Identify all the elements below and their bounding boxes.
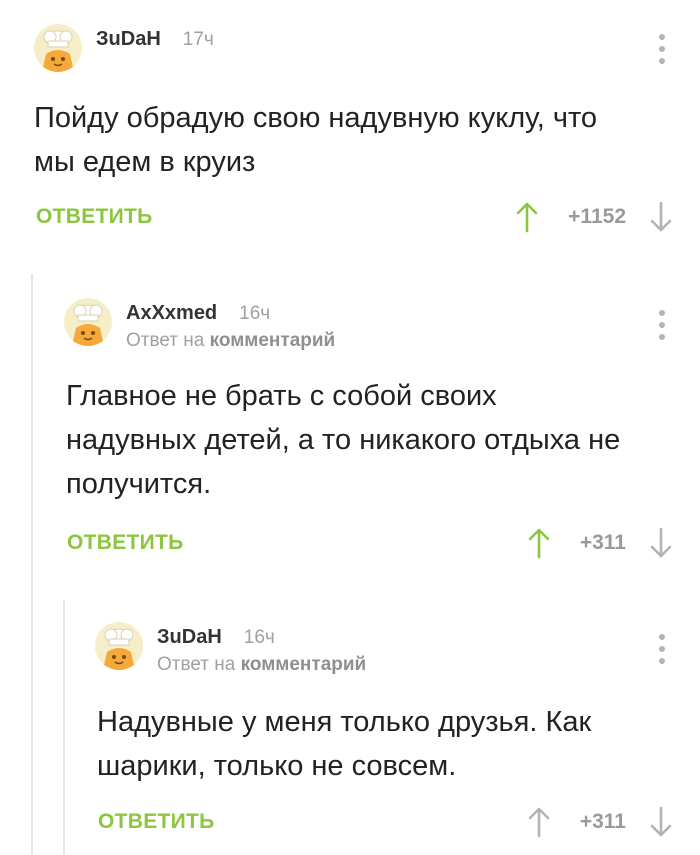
more-dot xyxy=(659,46,665,52)
reply-to-prefix: Ответ на xyxy=(157,654,236,675)
reply-to-link[interactable]: комментарий xyxy=(210,330,336,351)
more-dot xyxy=(659,646,665,652)
arrow-down-icon[interactable] xyxy=(648,526,674,560)
comment-text: Надувные у меня только друзья. Как шарик… xyxy=(97,700,591,788)
arrow-up-icon[interactable] xyxy=(526,526,552,560)
more-dot xyxy=(659,322,665,328)
name-row: AxXxmed 16ч xyxy=(126,298,335,328)
timestamp: 16ч xyxy=(239,303,271,324)
arrow-up-icon[interactable] xyxy=(514,200,540,234)
comment-meta: ЗuDaH 16ч Ответ на комментарий xyxy=(157,622,366,678)
username[interactable]: ЗuDaH xyxy=(157,622,222,652)
vote-controls: +1152 xyxy=(514,200,674,234)
reply-to-link[interactable]: комментарий xyxy=(241,654,367,675)
name-row: ЗuDaH 17ч xyxy=(96,24,214,54)
timestamp: 16ч xyxy=(243,627,275,648)
comment-header: AxXxmed 16ч Ответ на комментарий xyxy=(64,298,335,354)
arrow-down-icon[interactable] xyxy=(648,200,674,234)
comment-meta: ЗuDaH 17ч xyxy=(96,24,214,54)
timestamp: 17ч xyxy=(182,29,214,50)
rating-value: +311 xyxy=(579,531,626,554)
reply-to-label: Ответ на комментарий xyxy=(126,328,335,354)
comment-text-line: шарики, только не совсем. xyxy=(97,750,457,782)
rating-value: +311 xyxy=(579,810,626,833)
comment-1: ЗuDaH 17ч Пойду обрадую свою надувную ку… xyxy=(0,0,700,250)
thread-line xyxy=(63,600,65,855)
comment-meta: AxXxmed 16ч Ответ на комментарий xyxy=(126,298,335,354)
reply-to-label: Ответ на комментарий xyxy=(157,652,366,678)
comment-text-line: Пойду обрадую свою надувную куклу, что xyxy=(34,102,598,134)
chef-avatar-icon[interactable] xyxy=(64,298,112,346)
comment-3: ЗuDaH 16ч Ответ на комментарий Надувные … xyxy=(0,600,700,855)
comment-text: Главное не брать с собой своих надувных … xyxy=(66,374,620,506)
reply-button[interactable]: ОТВЕТИТЬ xyxy=(67,526,184,560)
more-vertical-icon[interactable] xyxy=(658,634,666,664)
name-row: ЗuDaH 16ч xyxy=(157,622,366,652)
vote-controls: +311 xyxy=(526,805,674,839)
more-dot xyxy=(659,334,665,340)
more-vertical-icon[interactable] xyxy=(658,34,666,64)
reply-to-prefix: Ответ на xyxy=(126,330,205,351)
username[interactable]: AxXxmed xyxy=(126,298,217,328)
arrow-down-icon[interactable] xyxy=(648,805,674,839)
more-dot xyxy=(659,34,665,40)
comment-2-body: AxXxmed 16ч Ответ на комментарий Главное… xyxy=(0,274,700,574)
comment-text: Пойду обрадую свою надувную куклу, что м… xyxy=(34,96,597,184)
comment-text-line: Надувные у меня только друзья. Как xyxy=(97,706,592,738)
more-vertical-icon[interactable] xyxy=(658,310,666,340)
reply-button[interactable]: ОТВЕТИТЬ xyxy=(36,200,153,234)
more-dot xyxy=(659,658,665,664)
more-dot xyxy=(659,58,665,64)
comment-text-line: мы едем в круиз xyxy=(34,146,256,178)
more-dot xyxy=(659,634,665,640)
comment-header: ЗuDaH 17ч xyxy=(34,24,214,72)
reply-button[interactable]: ОТВЕТИТЬ xyxy=(98,805,215,839)
comment-text-line: Главное не брать с собой своих xyxy=(66,380,497,412)
vote-controls: +311 xyxy=(526,526,674,560)
chef-avatar-icon[interactable] xyxy=(34,24,82,72)
arrow-up-icon[interactable] xyxy=(526,805,552,839)
username[interactable]: ЗuDaH xyxy=(96,24,161,54)
comment-text-line: надувных детей, а то никакого отдыха не xyxy=(66,424,621,456)
comment-header: ЗuDaH 16ч Ответ на комментарий xyxy=(95,622,366,678)
rating-value: +1152 xyxy=(568,205,626,228)
chef-avatar-icon[interactable] xyxy=(95,622,143,670)
more-dot xyxy=(659,310,665,316)
comment-text-line: получится. xyxy=(66,468,212,500)
